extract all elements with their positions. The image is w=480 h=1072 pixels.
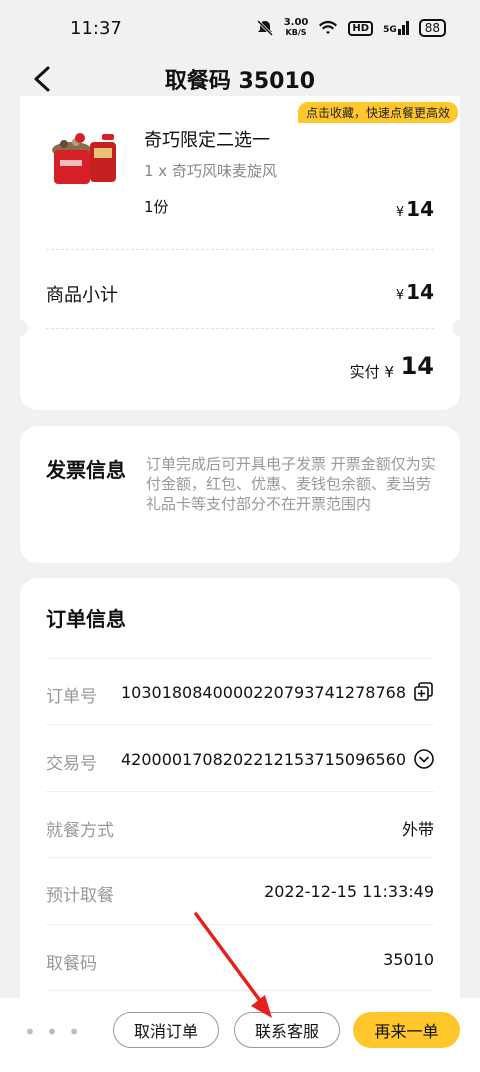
divider [46,857,434,858]
divider [46,249,434,250]
pickup-code-value: 35010 [383,950,434,969]
status-bar: 11:37 3.00 KB/S HD 5G 88 [0,0,480,56]
divider [46,990,434,991]
copy-icon[interactable] [413,681,435,703]
paid-label: 实付 ¥ [349,363,394,381]
wifi-icon [319,20,338,34]
ticket-notch-left [12,320,28,336]
order-info-title: 订单信息 [46,607,126,631]
mute-bell-icon [256,19,273,37]
pickup-time-label: 预计取餐 [46,886,114,906]
status-icons: 3.00 KB/S HD 5G 88 [256,18,446,38]
ticket-notch-right [452,320,468,336]
invoice-title: 发票信息 [46,458,126,482]
subtotal-label: 商品小计 [46,285,118,306]
order-info-card [20,578,460,1008]
subtotal-price: ¥14 [395,280,434,304]
chevron-down-circle-icon[interactable] [413,748,435,770]
paid-amount: 14 [400,352,434,380]
dining-method-value: 外带 [401,820,434,839]
transaction-number-label: 交易号 [46,754,97,774]
product-image [52,133,116,184]
order-number-value: 1030180840000220793741278768 [120,683,406,702]
more-icon[interactable]: • • • [24,1020,82,1044]
network-speed: 3.00 KB/S [283,17,309,38]
contact-service-button[interactable]: 联系客服 [234,1012,340,1048]
product-quantity: 1份 [144,198,169,216]
invoice-note: 订单完成后可开具电子发票 开票金额仅为实付金额，红包、优惠、麦钱包余额、麦当劳礼… [146,455,436,513]
product-name: 奇巧限定二选一 [144,130,270,151]
page-title: 取餐码 35010 [164,69,316,94]
battery-icon: 88 [418,19,446,37]
divider [46,724,434,725]
back-arrow-icon[interactable] [28,64,58,94]
pickup-time-value: 2022-12-15 11:33:49 [264,882,434,901]
divider [46,924,434,925]
product-option: 1 x 奇巧风味麦旋风 [144,162,277,180]
transaction-number-value: 4200001708202212153715096560 [120,750,406,769]
favorite-promo-badge[interactable]: 点击收藏，快速点餐更高效 [297,102,458,123]
divider [46,328,434,329]
order-number-label: 订单号 [46,687,97,707]
reorder-button[interactable]: 再来一单 [353,1012,460,1048]
signal-icon: 5G [383,21,409,35]
pickup-code-label: 取餐码 [46,954,97,974]
status-time: 11:37 [70,17,122,39]
divider [46,791,434,792]
dining-method-label: 就餐方式 [46,821,114,841]
hd-badge: HD [348,20,374,36]
cancel-order-button[interactable]: 取消订单 [113,1012,219,1048]
divider [46,658,434,659]
product-price: ¥14 [395,197,434,221]
